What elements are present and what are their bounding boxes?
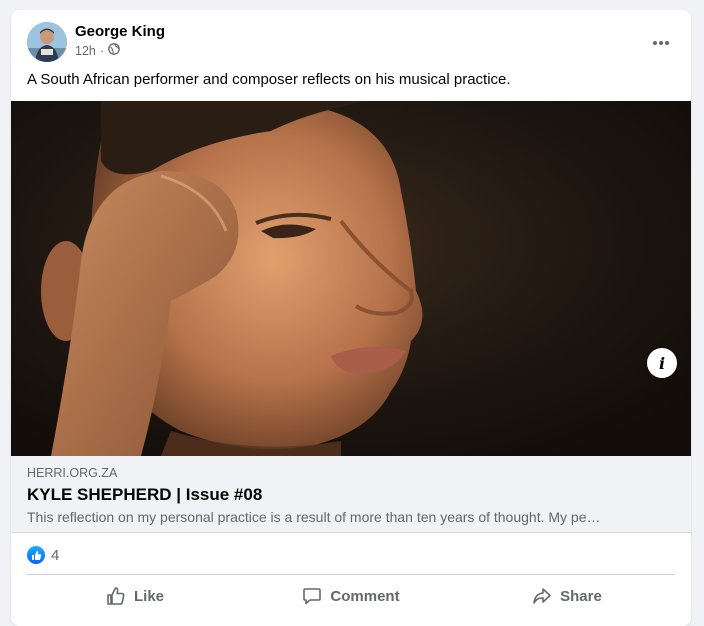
post-meta: 12h ·	[75, 43, 120, 58]
comment-label: Comment	[330, 587, 400, 605]
author-avatar[interactable]	[27, 22, 67, 62]
link-description: This reflection on my personal practice …	[27, 509, 601, 525]
globe-icon	[108, 43, 120, 58]
link-domain: HERRI.ORG.ZA	[27, 466, 118, 480]
reaction-count: 4	[51, 546, 60, 564]
like-button[interactable]: Like	[27, 579, 243, 613]
reactions-summary[interactable]: 4	[27, 544, 59, 566]
like-reaction-icon	[27, 546, 45, 564]
comment-button[interactable]: Comment	[243, 579, 459, 613]
post-header: George King 12h ·	[11, 10, 691, 68]
post-time[interactable]: 12h	[75, 44, 96, 58]
like-label: Like	[133, 587, 164, 605]
author-name[interactable]: George King	[75, 23, 165, 40]
link-preview[interactable]: HERRI.ORG.ZA KYLE SHEPHERD | Issue #08 T…	[11, 456, 691, 533]
more-options-button[interactable]	[643, 24, 679, 60]
share-icon	[532, 586, 552, 606]
link-preview-image[interactable]	[11, 101, 691, 456]
info-button[interactable]: i	[647, 348, 677, 378]
comment-icon	[302, 586, 322, 606]
share-label: Share	[560, 587, 602, 605]
more-options-icon	[652, 33, 670, 51]
post-card: George King 12h · A South African perfor…	[11, 10, 691, 626]
share-button[interactable]: Share	[459, 579, 675, 613]
meta-separator: ·	[99, 43, 105, 58]
actions-divider	[27, 574, 675, 575]
post-caption: A South African performer and composer r…	[27, 71, 511, 88]
link-title[interactable]: KYLE SHEPHERD | Issue #08	[27, 485, 262, 505]
post-actions: Like Comment Share	[27, 579, 675, 613]
thumbs-up-icon	[106, 586, 126, 606]
